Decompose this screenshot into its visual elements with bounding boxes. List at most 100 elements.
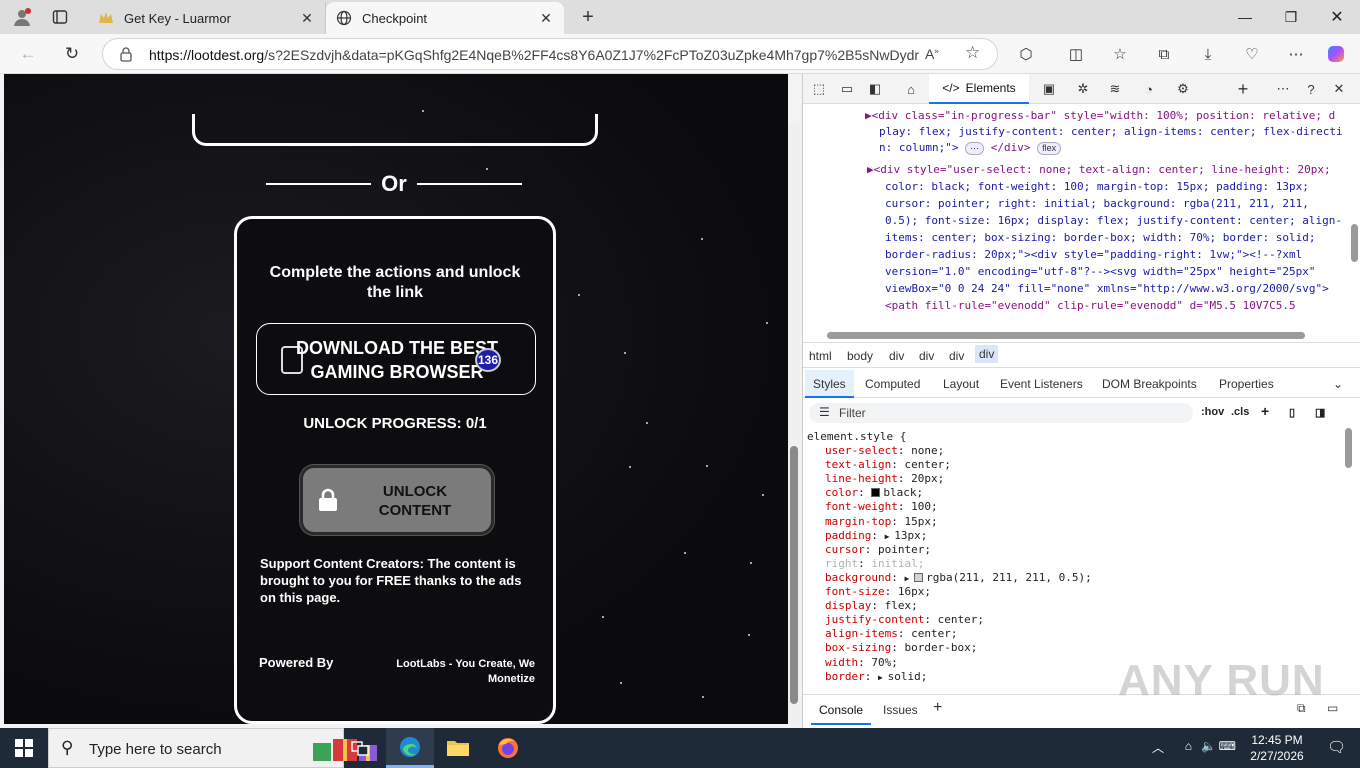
edge-taskbar-icon[interactable] (386, 728, 434, 768)
close-drawer-icon[interactable]: ▭ (1327, 701, 1338, 715)
windows-start-icon[interactable] (0, 728, 48, 768)
download-browser-action-button[interactable]: DOWNLOAD THE BEST GAMING BROWSER 136 (256, 323, 536, 395)
dom-scrollbar[interactable] (1349, 104, 1360, 334)
tab-actions-icon[interactable] (48, 5, 72, 29)
devtools-menu-icon[interactable]: ⋯ (1273, 80, 1293, 98)
read-aloud-icon[interactable]: A» (925, 46, 939, 62)
style-property[interactable]: user-select: none; (825, 444, 944, 458)
style-property[interactable]: box-sizing: border-box; (825, 641, 977, 655)
split-screen-icon[interactable]: ◫ (1064, 42, 1088, 66)
copilot-icon[interactable] (1324, 42, 1348, 66)
close-tab-icon[interactable]: ✕ (297, 10, 317, 27)
show-hidden-icons-chevron-icon[interactable]: ︿ (1152, 739, 1164, 756)
style-property[interactable]: width: 70%; (825, 656, 898, 670)
favorites-icon[interactable]: ☆ (1108, 42, 1132, 66)
color-swatch[interactable] (914, 572, 924, 582)
chevron-down-icon[interactable]: ⌄ (1333, 377, 1343, 391)
crumb-div[interactable]: div (919, 349, 934, 363)
downloads-icon[interactable]: ⤓ (1196, 42, 1220, 66)
ellipsis-pill[interactable]: ⋯ (965, 142, 985, 155)
computed-sidebar-icon[interactable]: ◨ (1315, 406, 1325, 419)
browser-essentials-icon[interactable]: ♡ (1240, 42, 1264, 66)
network-wifi-icon[interactable]: ≋ (1105, 80, 1125, 98)
performance-icon[interactable]: ◔ (1139, 80, 1159, 98)
refresh-icon[interactable]: ↻ (58, 41, 86, 67)
tab-layout[interactable]: Layout (943, 377, 979, 391)
style-property[interactable]: cursor: pointer; (825, 543, 931, 557)
tab-styles[interactable]: Styles (805, 370, 854, 398)
back-icon[interactable]: ← (14, 41, 42, 67)
close-window-icon[interactable]: ✕ (1314, 0, 1360, 34)
more-menu-icon[interactable]: ⋯ (1284, 42, 1308, 66)
clock[interactable]: 12:45 PM 2/27/2026 (1242, 732, 1312, 764)
page-scrollbar[interactable] (788, 124, 800, 724)
style-property[interactable]: padding: ▶ 13px; (825, 529, 927, 544)
element-state-icon[interactable]: ▯ (1289, 406, 1295, 419)
file-explorer-icon[interactable] (434, 728, 482, 768)
add-drawer-tab-icon[interactable]: + (933, 699, 942, 717)
settings-gear-icon[interactable]: ⚙ (1173, 80, 1193, 98)
tab-computed[interactable]: Computed (865, 377, 920, 391)
tab-dom-breakpoints[interactable]: DOM Breakpoints (1102, 377, 1197, 391)
style-property[interactable]: font-size: 16px; (825, 585, 931, 599)
tab-elements[interactable]: </> Elements (929, 74, 1029, 104)
favorite-star-icon[interactable]: ☆ (965, 43, 980, 63)
crumb-body[interactable]: body (847, 349, 873, 363)
hover-state-toggle[interactable]: :hov (1201, 406, 1224, 418)
class-toggle[interactable]: .cls (1231, 406, 1249, 418)
profile-icon[interactable] (10, 5, 34, 29)
tab-get-key[interactable]: Get Key - Luarmor ✕ (88, 2, 326, 34)
styles-filter-input[interactable]: ☰ Filter (809, 403, 1193, 423)
console-icon[interactable]: ▣ (1039, 80, 1059, 98)
task-view-icon[interactable] (336, 728, 384, 768)
restore-icon[interactable]: ❐ (1268, 0, 1314, 34)
dom-tree[interactable]: ▶<div class="in-progress-bar" style="wid… (803, 104, 1349, 330)
style-property[interactable]: color: black; (825, 486, 923, 500)
style-property[interactable]: text-align: center; (825, 458, 951, 472)
minimize-icon[interactable]: — (1222, 0, 1268, 34)
style-property[interactable]: right: initial; (825, 557, 924, 571)
style-property[interactable]: line-height: 20px; (825, 472, 944, 486)
style-property[interactable]: margin-top: 15px; (825, 515, 938, 529)
help-icon[interactable]: ? (1301, 80, 1321, 98)
close-devtools-icon[interactable]: ✕ (1329, 80, 1349, 98)
tab-event-listeners[interactable]: Event Listeners (1000, 377, 1083, 391)
sidebar-toggle-icon[interactable]: ◧ (865, 80, 885, 98)
styles-scrollbar[interactable] (1343, 428, 1355, 688)
crumb-div[interactable]: div (889, 349, 904, 363)
previous-option-button[interactable] (192, 114, 598, 146)
style-property[interactable]: justify-content: center; (825, 613, 984, 627)
extensions-icon[interactable]: ⬡ (1014, 42, 1038, 66)
volume-icon[interactable]: 🔈 (1201, 739, 1216, 753)
language-icon[interactable]: ⌨ (1219, 739, 1236, 753)
style-property[interactable]: display: flex; (825, 599, 918, 613)
style-property[interactable]: border: ▶ solid; (825, 670, 927, 685)
more-tools-plus-icon[interactable]: + (1233, 79, 1253, 99)
page-scrollbar-thumb[interactable] (790, 446, 798, 704)
notifications-icon[interactable]: 🗨 (1327, 738, 1346, 756)
crumb-div[interactable]: div (949, 349, 964, 363)
welcome-home-icon[interactable]: ⌂ (901, 80, 921, 98)
style-property[interactable]: align-items: center; (825, 627, 957, 641)
new-tab-icon[interactable]: + (576, 5, 600, 29)
tab-console[interactable]: Console (811, 695, 872, 725)
dom-node[interactable]: ▶<div class="in-progress-bar" style="wid… (865, 108, 1335, 125)
style-property[interactable]: background: ▶ rgba(211, 211, 211, 0.5); (825, 571, 1092, 586)
color-swatch[interactable] (871, 488, 881, 498)
dom-node-selected[interactable]: ▶<div style="user-select: none; text-ali… (867, 162, 1331, 179)
tab-checkpoint[interactable]: Checkpoint ✕ (326, 2, 564, 34)
dom-horizontal-scrollbar[interactable] (809, 330, 1339, 340)
device-emulation-icon[interactable]: ▭ (837, 80, 857, 98)
new-style-rule-icon[interactable]: + (1261, 403, 1269, 419)
lootlabs-link[interactable]: LootLabs - You Create, We Monetize (377, 657, 535, 687)
inspect-element-icon[interactable]: ⬚ (809, 80, 829, 98)
network-icon[interactable]: ⌂ (1185, 739, 1192, 753)
address-bar[interactable]: https://lootdest.org/s?2ESzdvjh&data=pKG… (102, 38, 998, 70)
collections-icon[interactable]: ⧉ (1152, 42, 1176, 66)
close-tab-icon[interactable]: ✕ (536, 10, 556, 27)
crumb-div-selected[interactable]: div (975, 345, 999, 363)
sources-bug-icon[interactable]: ✲ (1073, 80, 1093, 98)
crumb-html[interactable]: html (809, 349, 832, 363)
unlock-content-button[interactable]: UNLOCK CONTENT (300, 465, 494, 535)
flex-pill[interactable]: flex (1037, 142, 1062, 155)
